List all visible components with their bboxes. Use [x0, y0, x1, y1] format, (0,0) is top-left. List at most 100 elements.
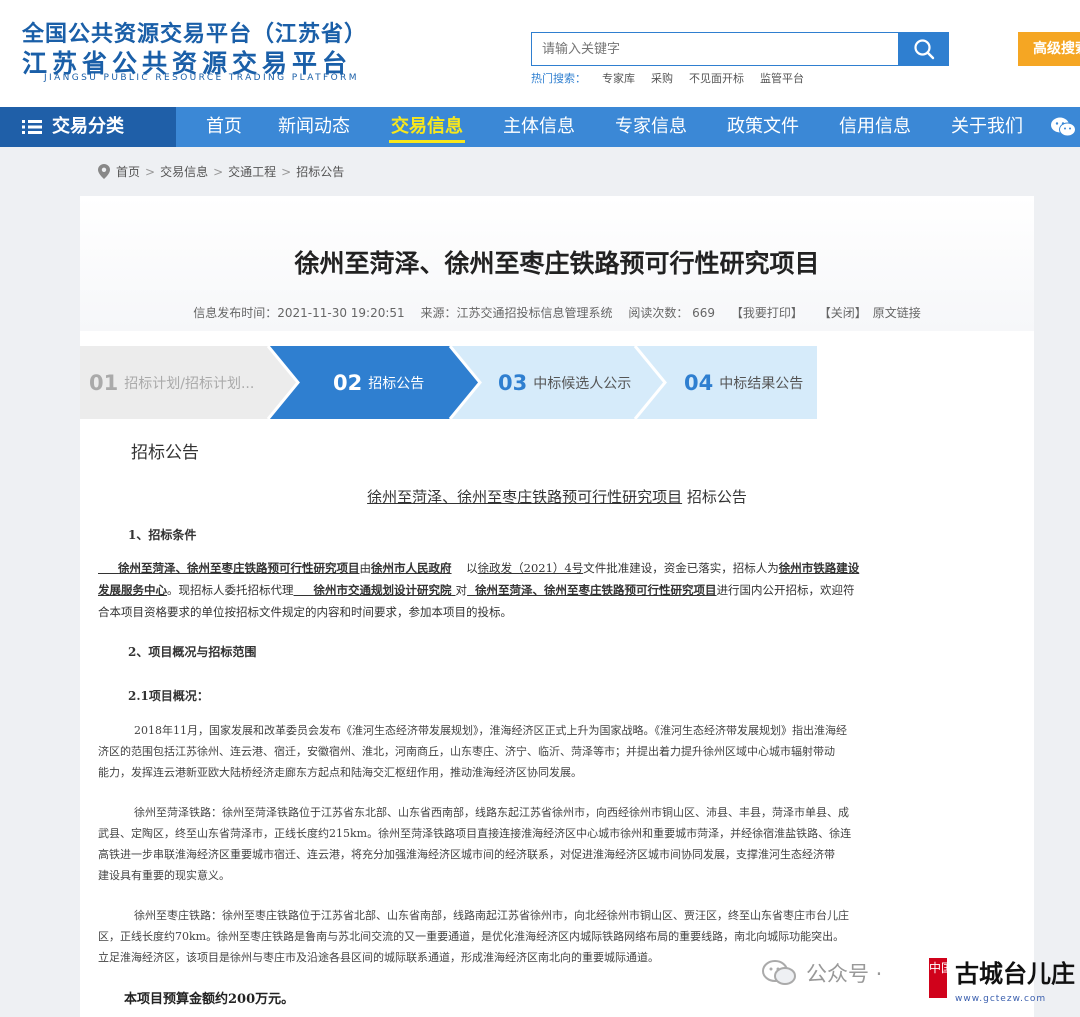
location-pin-icon [98, 164, 110, 179]
step-number: 04 [684, 370, 714, 395]
paragraph-line: 建设具有重要的现实意义。 [98, 869, 230, 882]
brand-url: www.gctezw.com [955, 994, 1047, 1004]
site-header: 全国公共资源交易平台（江苏省） 江苏省公共资源交易平台 JIANGSU PUBL… [0, 0, 1080, 107]
process-steps: 01 招标计划/招标计划... 02 招标公告 03 中标候选人公示 04 中标… [80, 346, 840, 419]
step-candidate-publicity[interactable]: 03 中标候选人公示 [498, 346, 631, 419]
paragraph-line: 徐州至枣庄铁路：徐州至枣庄铁路位于江苏省北部、山东省南部，线路南起江苏省徐州市，… [134, 909, 849, 922]
text-segment: 进行国内公开招标，欢迎符 [716, 583, 855, 597]
section-heading: 招标公告 [131, 443, 199, 463]
notice-subtitle-suffix: 招标公告 [686, 488, 747, 506]
project-name-link: 徐州至菏泽、徐州至枣庄铁路预可行性研究项目 [475, 583, 717, 597]
heading-tender-conditions: 1、招标条件 [128, 528, 197, 542]
hot-search-supervision[interactable]: 监管平台 [760, 72, 804, 85]
search-button[interactable] [898, 32, 949, 66]
step-tender-plan[interactable]: 01 招标计划/招标计划... [89, 346, 254, 419]
article-source: 来源：江苏交通招投标信息管理系统 [420, 306, 613, 320]
paragraph-xuzhou-heze: 徐州至菏泽铁路：徐州至菏泽铁路位于江苏省东北部、山东省西南部，线路东起江苏省徐州… [98, 802, 851, 886]
step-label: 招标公告 [368, 375, 425, 392]
view-count: 阅读次数： 669 [628, 306, 716, 320]
breadcrumb-separator: > [145, 164, 156, 179]
nav-item-expert-info[interactable]: 专家信息 [615, 107, 687, 147]
step-award-result[interactable]: 04 中标结果公告 [684, 346, 803, 419]
paragraph-line: 2018年11月，国家发展和改革委员会发布《淮河生态经济带发展规划》，淮海经济区… [134, 724, 847, 737]
wechat-icon[interactable] [1050, 117, 1076, 137]
paragraph-line: 济区的范围包括江苏徐州、连云港、宿迁，安徽宿州、淮北，河南商丘，山东枣庄、济宁、… [98, 745, 835, 758]
approver-org: 徐州市人民政府 [371, 561, 452, 575]
brand-name: 古城台儿庄 [955, 960, 1075, 988]
breadcrumb-tender-notice: 招标公告 [296, 165, 345, 179]
project-name-link: 徐州至菏泽、徐州至枣庄铁路预可行性研究项目 [118, 561, 360, 575]
text-segment: 。现招标人委托招标代理 [167, 583, 294, 597]
tenderer-name: 发展服务中心 [98, 583, 167, 597]
nav-item-credit-info[interactable]: 信用信息 [839, 107, 911, 147]
nav-item-home[interactable]: 首页 [206, 107, 242, 147]
menu-icon [22, 120, 42, 134]
text-segment: 由 [359, 561, 372, 575]
budget-amount: 本项目预算金额约200万元。 [124, 992, 295, 1007]
text-segment: 文件批准建设，资金已落实，招标人为 [583, 561, 779, 575]
notice-subtitle-project: 徐州至菏泽、徐州至枣庄铁路预可行性研究项目 [367, 488, 683, 506]
hot-search-remote-bid[interactable]: 不见面开标 [689, 72, 744, 85]
main-nav: 交易分类 首页 新闻动态 交易信息 主体信息 专家信息 政策文件 信用信息 关于… [0, 107, 1080, 147]
breadcrumb-transport-engineering[interactable]: 交通工程 [228, 163, 276, 180]
article-header: 徐州至菏泽、徐州至枣庄铁路预可行性研究项目 信息发布时间：2021-11-30 … [80, 196, 1034, 331]
paragraph-line: 徐州至菏泽铁路：徐州至菏泽铁路位于江苏省东北部、山东省西南部，线路东起江苏省徐州… [134, 806, 849, 819]
article-meta: 信息发布时间：2021-11-30 19:20:51 来源：江苏交通招投标信息管… [80, 304, 1034, 321]
wechat-account-watermark: 公众号 · [762, 958, 882, 988]
breadcrumb: 首页 > 交易信息 > 交通工程 > 招标公告 [98, 163, 344, 180]
paragraph-line: 区，正线长度约70km。徐州至枣庄铁路是鲁南与苏北间交流的又一重要通道，是优化淮… [98, 930, 845, 943]
original-link[interactable]: 原文链接 [873, 306, 921, 320]
conditions-line-3: 合本项目资格要求的单位按招标文件规定的内容和时间要求，参加本项目的投标。 [98, 605, 512, 619]
text-segment: 以 [466, 561, 478, 575]
search-icon [913, 39, 934, 60]
article-card: 徐州至菏泽、徐州至枣庄铁路预可行性研究项目 信息发布时间：2021-11-30 … [80, 196, 1034, 1017]
close-link[interactable]: 【关闭】 [819, 306, 867, 320]
official-account-label: 公众号 · [806, 962, 883, 986]
wechat-bubble-icon [762, 960, 796, 985]
tenderer-name: 徐州市铁路建设 [778, 561, 860, 575]
search-input[interactable] [531, 32, 899, 66]
publish-time: 信息发布时间：2021-11-30 19:20:51 [193, 306, 405, 320]
tender-agent: 徐州市交通规划设计研究院 [313, 583, 452, 597]
heading-project-summary: 2.1项目概况： [128, 689, 209, 703]
heading-project-overview: 2、项目概况与招标范围 [128, 645, 257, 659]
step-label: 招标计划/招标计划... [124, 375, 255, 392]
nav-item-news[interactable]: 新闻动态 [278, 107, 350, 147]
article-title: 徐州至菏泽、徐州至枣庄铁路预可行性研究项目 [294, 249, 820, 278]
step-number: 01 [89, 370, 119, 395]
step-tender-notice[interactable]: 02 招标公告 [333, 346, 424, 419]
nav-item-entity-info[interactable]: 主体信息 [503, 107, 575, 147]
paragraph-line: 能力，发挥连云港新亚欧大陆桥经济走廊东方起点和陆海交汇枢纽作用，推动淮海经济区协… [98, 766, 582, 779]
hot-search-procurement[interactable]: 采购 [651, 72, 673, 85]
approval-doc: 徐政发（2021）4号 [477, 561, 584, 575]
nav-item-about-us[interactable]: 关于我们 [951, 107, 1023, 147]
hot-search-expert-db[interactable]: 专家库 [602, 72, 635, 85]
step-number: 03 [498, 370, 528, 395]
advanced-search-button[interactable]: 高级搜索 [1018, 32, 1080, 66]
step-label: 中标候选人公示 [533, 375, 632, 392]
text-segment: 对 [455, 583, 468, 597]
paragraph-line: 高铁进一步串联淮海经济区重要城市宿迁、连云港，将充分加强淮海经济区城市间的经济联… [98, 848, 835, 861]
paragraph-line: 立足淮海经济区，该项目是徐州与枣庄市及沿途各县区间的城际联系通道，形成淮海经济区… [98, 951, 659, 964]
breadcrumb-trading-info[interactable]: 交易信息 [160, 163, 208, 180]
nav-category-label: 交易分类 [52, 116, 124, 137]
nav-item-policy-docs[interactable]: 政策文件 [727, 107, 799, 147]
paragraph-background: 2018年11月，国家发展和改革委员会发布《淮河生态经济带发展规划》，淮海经济区… [98, 720, 847, 783]
notice-subtitle: 徐州至菏泽、徐州至枣庄铁路预可行性研究项目 招标公告 [80, 486, 1034, 507]
breadcrumb-home[interactable]: 首页 [116, 163, 140, 180]
nav-category-button[interactable]: 交易分类 [0, 107, 176, 147]
nav-item-trading-info[interactable]: 交易信息 [389, 107, 465, 147]
step-label: 中标结果公告 [719, 375, 804, 392]
red-seal-logo: 中国 [929, 958, 953, 998]
hot-search-bar: 热门搜索： 专家库 采购 不见面开标 监管平台 [531, 70, 804, 86]
paragraph-line: 武县、定陶区，终至山东省菏泽市，正线长度约215km。徐州至菏泽铁路项目直接连接… [98, 827, 852, 840]
conditions-line-2: 发展服务中心。现招标人委托招标代理 徐州市交通规划设计研究院 对 徐州至菏泽、徐… [98, 580, 855, 602]
breadcrumb-separator: > [281, 164, 292, 179]
paragraph-xuzhou-zaozhuang: 徐州至枣庄铁路：徐州至枣庄铁路位于江苏省北部、山东省南部，线路南起江苏省徐州市，… [98, 905, 849, 968]
step-number: 02 [333, 370, 363, 395]
hot-search-label: 热门搜索： [531, 72, 586, 85]
site-logo-english: JIANGSU PUBLIC RESOURCE TRADING PLATFORM [44, 73, 359, 83]
conditions-line-1: 徐州至菏泽、徐州至枣庄铁路预可行性研究项目由徐州市人民政府 以徐政发（2021）… [98, 558, 859, 580]
print-link[interactable]: 【我要打印】 [731, 306, 803, 320]
breadcrumb-separator: > [213, 164, 224, 179]
